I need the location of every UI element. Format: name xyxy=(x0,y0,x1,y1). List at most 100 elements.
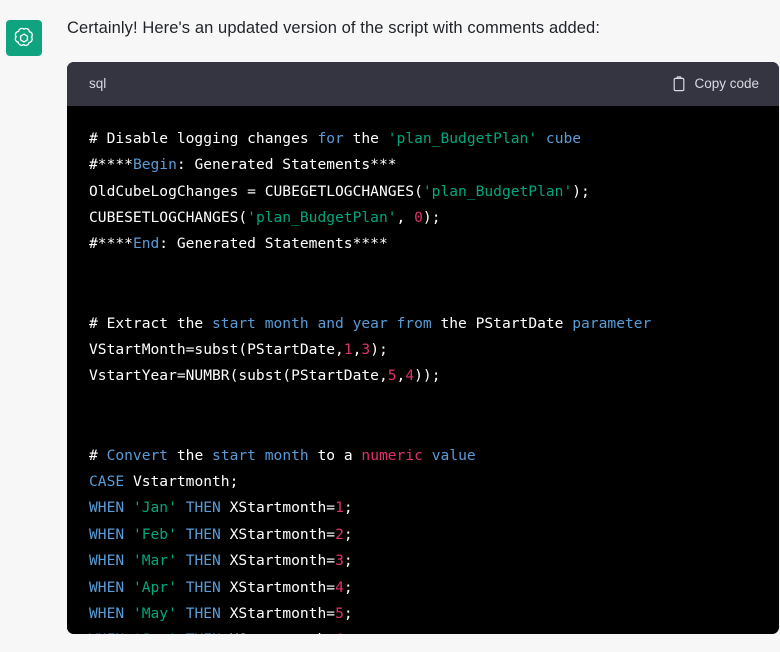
code-token: ; xyxy=(343,525,353,543)
code-token: 3 xyxy=(361,341,371,358)
code-token: 'Feb' xyxy=(132,525,177,543)
code-block: sql Copy code # Disable logging changes … xyxy=(67,61,779,634)
clipboard-icon xyxy=(672,76,686,92)
code-token: Convert xyxy=(106,446,169,464)
code-token: parameter xyxy=(572,314,652,332)
code-token: the xyxy=(168,446,213,464)
copy-code-button[interactable]: Copy code xyxy=(668,74,763,94)
code-token: End xyxy=(132,235,160,253)
code-token: VstartYear=NUMBR(subst(PStartDate, xyxy=(89,367,388,385)
code-line: WHEN 'Jun' THEN XStartmonth=6; xyxy=(67,627,779,633)
code-token: start month xyxy=(212,446,309,464)
code-token: : Generated Statements*** xyxy=(176,156,397,174)
code-token: WHEN xyxy=(89,578,125,596)
code-block-header: sql Copy code xyxy=(67,61,779,106)
code-token: XStartmonth= xyxy=(220,605,336,623)
code-token: 5 xyxy=(387,367,397,385)
code-token: 1 xyxy=(335,499,344,517)
code-line: WHEN 'Apr' THEN XStartmonth=4; xyxy=(67,575,779,601)
code-token: 'Apr' xyxy=(132,578,177,596)
code-token: XStartmonth= xyxy=(220,578,336,596)
code-token: ; xyxy=(343,578,353,596)
message-body: Certainly! Here's an updated version of … xyxy=(67,16,779,634)
code-line: #****End: Generated Statements**** xyxy=(67,231,779,257)
code-token: Begin xyxy=(132,156,177,174)
avatar xyxy=(6,20,42,56)
code-token: OldCubeLogChanges = CUBEGETLOGCHANGES( xyxy=(89,182,423,200)
code-token: # Disable logging changes xyxy=(89,129,318,147)
code-line: #****Begin: Generated Statements*** xyxy=(67,152,779,178)
copy-code-label: Copy code xyxy=(694,76,759,92)
code-token: 'plan_BudgetPlan' xyxy=(387,129,538,147)
code-token: CASE xyxy=(89,473,125,491)
code-token: THEN xyxy=(185,578,221,596)
assistant-message-row: Certainly! Here's an updated version of … xyxy=(0,0,780,634)
code-token: ; xyxy=(343,499,353,517)
code-token: 'plan_BudgetPlan' xyxy=(422,182,573,200)
code-line: WHEN 'May' THEN XStartmonth=5; xyxy=(67,601,779,627)
code-line: VstartYear=NUMBR(subst(PStartDate,5,4)); xyxy=(67,363,779,389)
code-token: ); xyxy=(572,182,590,200)
code-token: 'Jan' xyxy=(132,499,177,517)
code-line: WHEN 'Feb' THEN XStartmonth=2; xyxy=(67,522,779,548)
code-token: , xyxy=(396,208,415,226)
code-line: # Disable logging changes for the 'plan_… xyxy=(67,126,779,152)
code-token: WHEN xyxy=(89,552,125,570)
code-token: Vstartmonth; xyxy=(124,473,239,491)
code-token: 'May' xyxy=(132,605,177,623)
assistant-message-text: Certainly! Here's an updated version of … xyxy=(67,19,601,37)
code-token: # Extract the xyxy=(89,314,213,332)
code-token: THEN xyxy=(185,499,221,517)
code-token: the xyxy=(343,129,388,147)
code-token: , xyxy=(396,367,406,385)
code-token: THEN xyxy=(185,525,221,543)
code-token: 1 xyxy=(343,341,353,358)
code-token: 'Mar' xyxy=(132,552,177,570)
code-line: # Extract the start month and year from … xyxy=(67,311,779,337)
code-line: CUBESETLOGCHANGES('plan_BudgetPlan', 0); xyxy=(67,205,779,231)
code-token: THEN xyxy=(185,552,221,570)
code-token: #**** xyxy=(89,235,133,253)
code-token: VStartMonth=subst(PStartDate, xyxy=(89,341,344,358)
code-token: XStartmonth= xyxy=(220,552,336,570)
code-token: 0 xyxy=(414,208,423,226)
code-token: # xyxy=(89,446,107,464)
code-line: CASE Vstartmonth; xyxy=(67,469,779,495)
code-language-label: sql xyxy=(89,76,107,92)
code-line: OldCubeLogChanges = CUBEGETLOGCHANGES('p… xyxy=(67,179,779,205)
code-token: 'Jun' xyxy=(133,631,177,633)
code-token: #**** xyxy=(89,156,133,174)
code-token: 4 xyxy=(405,367,415,385)
code-token: XStartmonth= xyxy=(220,499,336,517)
code-line: # Convert the start month to a numeric v… xyxy=(67,443,779,469)
code-token: ; xyxy=(343,552,353,570)
code-token: CUBESETLOGCHANGES( xyxy=(89,208,248,226)
code-token: ); xyxy=(370,341,388,358)
code-token: ); xyxy=(422,208,441,226)
code-token: WHEN xyxy=(89,499,125,517)
code-line: WHEN 'Mar' THEN XStartmonth=3; xyxy=(67,548,779,574)
code-token: WHEN xyxy=(89,631,124,633)
code-content[interactable]: # Disable logging changes for the 'plan_… xyxy=(67,105,779,634)
code-token: cube xyxy=(545,129,582,147)
code-token: ; xyxy=(344,631,353,633)
code-token: 'plan_BudgetPlan' xyxy=(247,208,397,226)
code-token: 2 xyxy=(335,525,344,543)
code-token: numeric xyxy=(361,446,423,464)
code-token: the PStartDate xyxy=(431,314,573,332)
